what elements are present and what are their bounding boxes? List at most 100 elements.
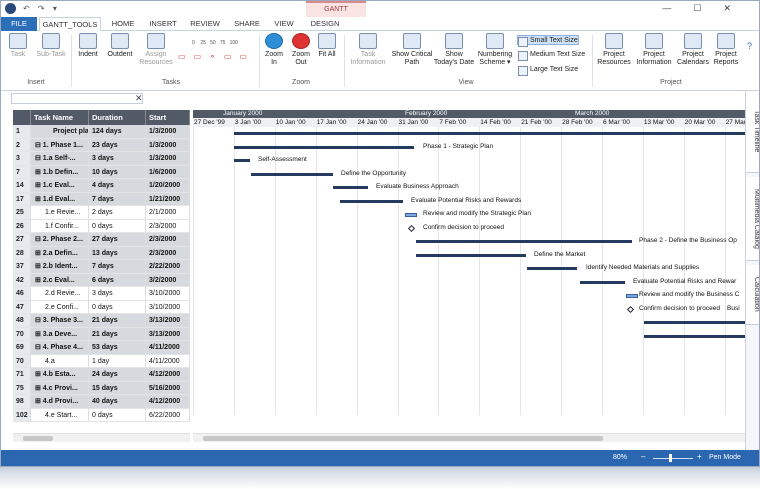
cell-start[interactable]: 4/11/2000 (146, 354, 190, 368)
cell-id[interactable]: 46 (13, 287, 31, 301)
summary-bar[interactable] (580, 280, 625, 284)
cell-start[interactable]: 1/3/2000 (146, 138, 190, 152)
table-row[interactable]: 98 ⊞ 4.d Provi... 40 days 4/12/2000 (13, 395, 190, 409)
tab-task-timeline[interactable]: Task Timeline (746, 91, 759, 173)
cell-dur[interactable]: 7 days (89, 260, 146, 274)
table-row[interactable]: 37 ⊞ 2.b Ident... 7 days 2/22/2000 (13, 260, 190, 274)
summary-bar[interactable] (644, 321, 745, 324)
cell-name[interactable]: ⊟ 1.a Self-... (31, 152, 89, 166)
cell-name[interactable]: ⊞ 4.c Provi... (31, 381, 89, 395)
project-resources-button[interactable]: Project Resources (595, 33, 633, 67)
zoom-out-icon[interactable]: – (641, 452, 645, 461)
table-row[interactable]: 48 ⊟ 3. Phase 3... 21 days 3/13/2000 (13, 314, 190, 328)
table-row[interactable]: 46 2.d Revie... 3 days 3/10/2000 (13, 287, 190, 301)
percent-25-icon[interactable]: 25 (200, 40, 206, 46)
scroll-thumb[interactable] (203, 436, 603, 441)
table-row[interactable]: 71 ⊞ 4.b Esta... 24 days 4/12/2000 (13, 368, 190, 382)
cell-id[interactable]: 47 (13, 300, 31, 314)
header-start[interactable]: Start (146, 110, 190, 125)
tab-view[interactable]: VIEW (269, 17, 299, 31)
quick-access-toolbar[interactable]: ↶ ↷ ▾ (23, 4, 60, 13)
cell-id[interactable]: 70 (13, 327, 31, 341)
cell-dur[interactable]: 7 days (89, 192, 146, 206)
tab-home[interactable]: HOME (105, 17, 141, 31)
cell-id[interactable]: 37 (13, 260, 31, 274)
cell-name[interactable]: ⊞ 2.b Ident... (31, 260, 89, 274)
chart-horizontal-scrollbar[interactable] (193, 433, 745, 442)
summary-bar[interactable] (234, 145, 414, 149)
cell-start[interactable]: 2/3/2000 (146, 233, 190, 247)
project-information-button[interactable]: Project Information (634, 33, 674, 67)
cell-id[interactable]: 75 (13, 381, 31, 395)
task-bar[interactable] (626, 294, 638, 298)
window-controls[interactable]: —☐✕ (662, 3, 753, 14)
cell-name[interactable]: ⊞ 1.b Defin... (31, 165, 89, 179)
task-bar[interactable] (405, 213, 417, 217)
zoom-in-button[interactable]: Zoom In (262, 33, 286, 67)
cell-dur[interactable]: 124 days (89, 125, 146, 139)
tab-review[interactable]: REVIEW (187, 17, 223, 31)
cell-dur[interactable]: 3 days (89, 287, 146, 301)
table-row[interactable]: 14 ⊞ 1.c Eval... 4 days 1/20/2000 (13, 179, 190, 193)
cell-name[interactable]: ⊞ 2.c Eval... (31, 273, 89, 287)
cell-id[interactable]: 3 (13, 152, 31, 166)
cell-dur[interactable]: 27 days (89, 233, 146, 247)
summary-bar[interactable] (340, 199, 403, 203)
cell-start[interactable]: 4/11/2000 (146, 341, 190, 355)
cell-dur[interactable]: 0 days (89, 300, 146, 314)
summary-bar[interactable] (234, 132, 745, 135)
cell-id[interactable]: 69 (13, 341, 31, 355)
close-icon[interactable]: ✕ (723, 3, 753, 13)
cell-name[interactable]: 4.e Start... (31, 408, 89, 422)
cell-start[interactable]: 1/20/2000 (146, 179, 190, 193)
cell-id[interactable]: 70 (13, 354, 31, 368)
header-task-name[interactable]: Task Name (31, 110, 89, 125)
cell-dur[interactable]: 4 days (89, 179, 146, 193)
cell-id[interactable]: 27 (13, 233, 31, 247)
cell-name[interactable]: 4.a (31, 354, 89, 368)
cell-start[interactable]: 1/6/2000 (146, 165, 190, 179)
project-reports-button[interactable]: Project Reports (711, 33, 741, 67)
cell-dur[interactable]: 53 days (89, 341, 146, 355)
cell-start[interactable]: 4/12/2000 (146, 395, 190, 409)
table-row[interactable]: 17 ⊞ 1.d Eval... 7 days 1/21/2000 (13, 192, 190, 206)
cell-start[interactable]: 4/12/2000 (146, 368, 190, 382)
cell-dur[interactable]: 6 days (89, 273, 146, 287)
summary-bar[interactable] (416, 240, 632, 243)
table-row[interactable]: 75 ⊞ 4.c Provi... 15 days 5/16/2000 (13, 381, 190, 395)
zoom-in-icon[interactable]: + (697, 452, 702, 461)
cell-start[interactable]: 3/2/2000 (146, 273, 190, 287)
cell-dur[interactable]: 23 days (89, 138, 146, 152)
cell-start[interactable]: 2/22/2000 (146, 260, 190, 274)
cell-name[interactable]: ⊞ 4.d Provi... (31, 395, 89, 409)
cell-name[interactable]: ⊟ 4. Phase 4... (31, 341, 89, 355)
cell-name[interactable]: ⊞ 4.b Esta... (31, 368, 89, 382)
cell-id[interactable]: 1 (13, 125, 31, 139)
summary-bar[interactable] (644, 334, 745, 338)
formula-input[interactable] (11, 93, 143, 104)
summary-bar[interactable] (416, 253, 526, 257)
table-row[interactable]: 2 ⊟ 1. Phase 1... 23 days 1/3/2000 (13, 138, 190, 152)
task-button[interactable]: Task (5, 33, 31, 59)
table-row[interactable]: 26 1.f Confir... 0 days 2/3/2000 (13, 219, 190, 233)
small-text-size-option[interactable]: Small Text Size (517, 35, 579, 47)
link-unlink-icons[interactable]: ▭▭⚬▭▭ (178, 53, 252, 61)
cell-name[interactable]: ⊟ 1. Phase 1... (31, 138, 89, 152)
cell-name[interactable]: ⊞ 1.d Eval... (31, 192, 89, 206)
cell-dur[interactable]: 2 days (89, 206, 146, 220)
cell-start[interactable]: 2/3/2000 (146, 246, 190, 260)
show-todays-date-button[interactable]: Show Today's Date (433, 33, 475, 67)
outdent-button[interactable]: Outdent (104, 33, 136, 59)
cell-id[interactable]: 71 (13, 368, 31, 382)
cell-id[interactable]: 14 (13, 179, 31, 193)
cell-name[interactable]: ⊞ 3.a Deve... (31, 327, 89, 341)
zoom-slider-thumb[interactable] (669, 454, 672, 462)
table-row[interactable]: 25 1.e Revie... 2 days 2/1/2000 (13, 206, 190, 220)
cell-dur[interactable]: 21 days (89, 327, 146, 341)
tab-share[interactable]: SHARE (229, 17, 265, 31)
cell-dur[interactable]: 10 days (89, 165, 146, 179)
show-critical-path-button[interactable]: Show Critical Path (391, 33, 433, 67)
assign-resources-button[interactable]: Assign Resources (139, 33, 173, 67)
table-row[interactable]: 102 4.e Start... 0 days 6/22/2000 (13, 408, 190, 422)
cell-dur[interactable]: 1 day (89, 354, 146, 368)
